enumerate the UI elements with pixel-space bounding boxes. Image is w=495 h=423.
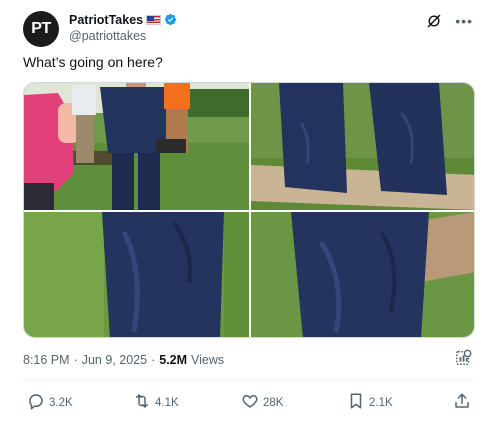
media-image-4[interactable] (251, 212, 474, 337)
verified-badge-icon[interactable] (164, 13, 177, 26)
author-handle[interactable]: @patriottakes (69, 29, 177, 43)
media-image-2[interactable] (251, 83, 474, 210)
action-bar: 3.2K 4.1K 28K 2.1K (23, 390, 475, 412)
grok-icon[interactable] (426, 13, 442, 29)
share-button[interactable] (453, 392, 471, 413)
meta-separator-2: · (151, 353, 156, 367)
author-name-row: PatriotTakes (69, 11, 177, 28)
tweet-date[interactable]: Jun 9, 2025 (82, 353, 147, 367)
divider (23, 380, 473, 381)
tweet-meta: 8:16 PM · Jun 9, 2025 · 5.2M Views (23, 353, 224, 367)
media-image-3[interactable] (24, 212, 249, 337)
author-block: PatriotTakes @patriottakes (69, 11, 177, 43)
media-image-1[interactable] (24, 83, 249, 210)
tweet-text: What’s going on here? (23, 54, 163, 70)
views-label: Views (191, 353, 225, 367)
share-icon (453, 392, 471, 413)
bookmark-count: 2.1K (369, 396, 393, 409)
reply-count: 3.2K (49, 396, 73, 409)
more-options-icon[interactable]: ••• (455, 14, 473, 28)
repost-count: 4.1K (155, 396, 179, 409)
bookmark-icon (347, 392, 365, 413)
media-grid (23, 82, 475, 338)
us-flag-icon (146, 14, 162, 25)
heart-icon (241, 392, 259, 413)
repost-icon (133, 392, 151, 413)
like-count: 28K (263, 396, 284, 409)
reply-button[interactable]: 3.2K (27, 392, 73, 413)
display-name[interactable]: PatriotTakes (69, 13, 143, 27)
tweet-time[interactable]: 8:16 PM (23, 353, 70, 367)
meta-separator: · (73, 353, 78, 367)
views-count: 5.2M (159, 353, 188, 367)
grok-analyze-icon[interactable] (455, 349, 473, 367)
top-right-actions: ••• (426, 13, 473, 29)
like-button[interactable]: 28K (241, 392, 283, 413)
bookmark-button[interactable]: 2.1K (347, 392, 393, 413)
repost-button[interactable]: 4.1K (133, 392, 179, 413)
avatar[interactable]: PT (23, 11, 59, 47)
reply-icon (27, 392, 45, 413)
tweet-card: PT PatriotTakes @patriottakes ••• What’s… (0, 0, 495, 423)
